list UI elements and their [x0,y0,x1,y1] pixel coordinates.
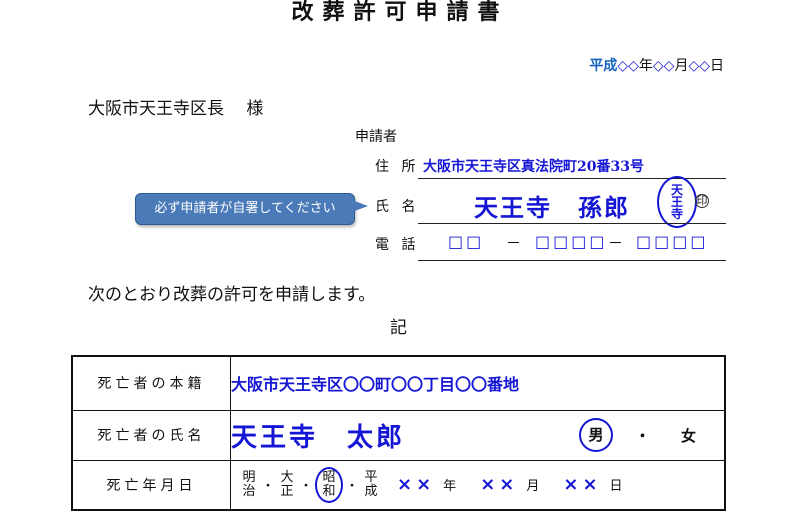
era-char: 大 [280,469,294,485]
document-title: 改葬許可申請書 [291,0,509,25]
applicant-name-field[interactable]: 天王寺 孫郎 [474,188,630,223]
date-era: 平成 [589,58,618,74]
seal-stamp: 天 王 寺 [657,176,697,228]
callout-pointer [352,200,368,212]
addressee: 大阪市天王寺区長 様 [88,99,264,119]
address-label: 住 所 [375,159,420,175]
era-option-taisho[interactable]: 大正 [277,469,297,499]
date-month: ◇◇ [652,58,675,74]
table-row: 死亡者の氏名 天王寺 太郎 男 ・ 女 [71,409,726,461]
date-year-unit: 年 [638,58,653,74]
table-row: 死亡者の本籍 大阪市天王寺区〇〇町〇〇丁目〇〇番地 [71,355,726,411]
sex-male-text: 男 [579,418,613,452]
table-row: 死亡年月日 明治 ・ 大正 ・ 昭和 ・ 平成 ×× 年 ×× 月 ×× 日 [71,459,726,511]
seal-mark: 印 [695,194,709,208]
phone-separator: － [608,234,624,252]
death-day-unit: 日 [609,479,623,495]
seal-char: 寺 [670,207,683,221]
date-day: ◇◇ [688,58,710,74]
death-month-unit: 月 [526,479,540,495]
era-char: 治 [242,483,256,499]
honseki-field[interactable]: 大阪市天王寺区〇〇町〇〇丁目〇〇番地 [231,375,519,394]
name-label: 氏 名 [375,199,420,215]
death-year-unit: 年 [443,479,457,495]
request-sentence: 次のとおり改葬の許可を申請します。 [88,285,376,305]
era-char: 明 [242,469,256,485]
phone-area-code[interactable]: □□ [448,232,484,251]
death-year[interactable]: ×× [397,474,435,495]
date-year: ◇◇ [617,58,639,74]
death-month[interactable]: ×× [480,474,518,495]
honseki-cell: 大阪市天王寺区〇〇町〇〇丁目〇〇番地 [230,355,726,411]
applicant-section-label: 申請者 [355,129,397,145]
era-separator: ・ [299,479,313,495]
date-day-unit: 日 [710,58,724,74]
honseki-label: 死亡者の本籍 [71,355,231,411]
era-option-heisei[interactable]: 平成 [361,469,381,499]
era-option-showa[interactable]: 昭和 [315,466,343,503]
era-char: 昭 [322,469,336,485]
phone-number[interactable]: □□□□ [636,232,708,251]
era-char: 正 [280,483,294,499]
deceased-name-field[interactable]: 天王寺 太郎 [231,423,405,453]
phone-label: 電 話 [375,237,420,253]
death-date-cell: 明治 ・ 大正 ・ 昭和 ・ 平成 ×× 年 ×× 月 ×× 日 [230,459,726,511]
signature-callout: 必ず申請者が自署してください [135,193,355,225]
death-day[interactable]: ×× [563,474,601,495]
era-char: 平 [364,469,378,485]
era-separator: ・ [261,479,275,495]
ki-heading: 記 [390,318,407,338]
phone-separator: － [506,234,522,252]
era-char: 成 [364,483,378,499]
phone-underline [418,260,726,261]
era-option-meiji[interactable]: 明治 [239,469,259,499]
death-date-label: 死亡年月日 [71,459,231,511]
name-underline [418,223,726,224]
sex-option-female[interactable]: 女 [681,411,696,460]
application-date: 平成◇◇年◇◇月◇◇日 [589,57,724,75]
date-month-unit: 月 [674,58,689,74]
deceased-name-label: 死亡者の氏名 [71,409,231,461]
era-separator: ・ [345,479,359,495]
death-date-row: 明治 ・ 大正 ・ 昭和 ・ 平成 ×× 年 ×× 月 ×× 日 [239,466,724,503]
era-char: 和 [322,483,336,499]
phone-exchange[interactable]: □□□□ [535,232,607,251]
sex-option-male[interactable]: 男 [579,411,613,460]
deceased-info-table: 死亡者の本籍 大阪市天王寺区〇〇町〇〇丁目〇〇番地 死亡者の氏名 天王寺 太郎 … [71,355,726,511]
sex-separator: ・ [635,426,651,445]
address-field[interactable]: 大阪市天王寺区真法院町20番33号 [423,156,644,176]
deceased-name-cell: 天王寺 太郎 男 ・ 女 [230,409,726,461]
